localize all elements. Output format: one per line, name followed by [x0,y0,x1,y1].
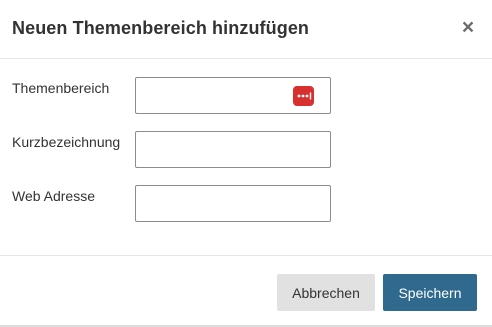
dialog-header: Neuen Themenbereich hinzufügen × [0,0,492,59]
web-adresse-input[interactable] [135,185,331,222]
dialog-footer: Abbrechen Speichern [0,255,492,327]
dialog-title: Neuen Themenbereich hinzufügen [12,18,310,38]
kurzbezeichnung-input[interactable] [135,131,331,168]
cancel-button[interactable]: Abbrechen [277,274,375,311]
label-web-adresse: Web Adresse [12,188,96,204]
close-icon[interactable]: × [458,17,478,39]
save-button[interactable]: Speichern [383,274,477,311]
label-themenbereich: Themenbereich [12,80,110,96]
add-topic-dialog: Neuen Themenbereich hinzufügen × Themenb… [0,0,492,327]
password-manager-icon[interactable] [293,86,314,106]
label-kurzbezeichnung: Kurzbezeichnung [12,134,121,150]
